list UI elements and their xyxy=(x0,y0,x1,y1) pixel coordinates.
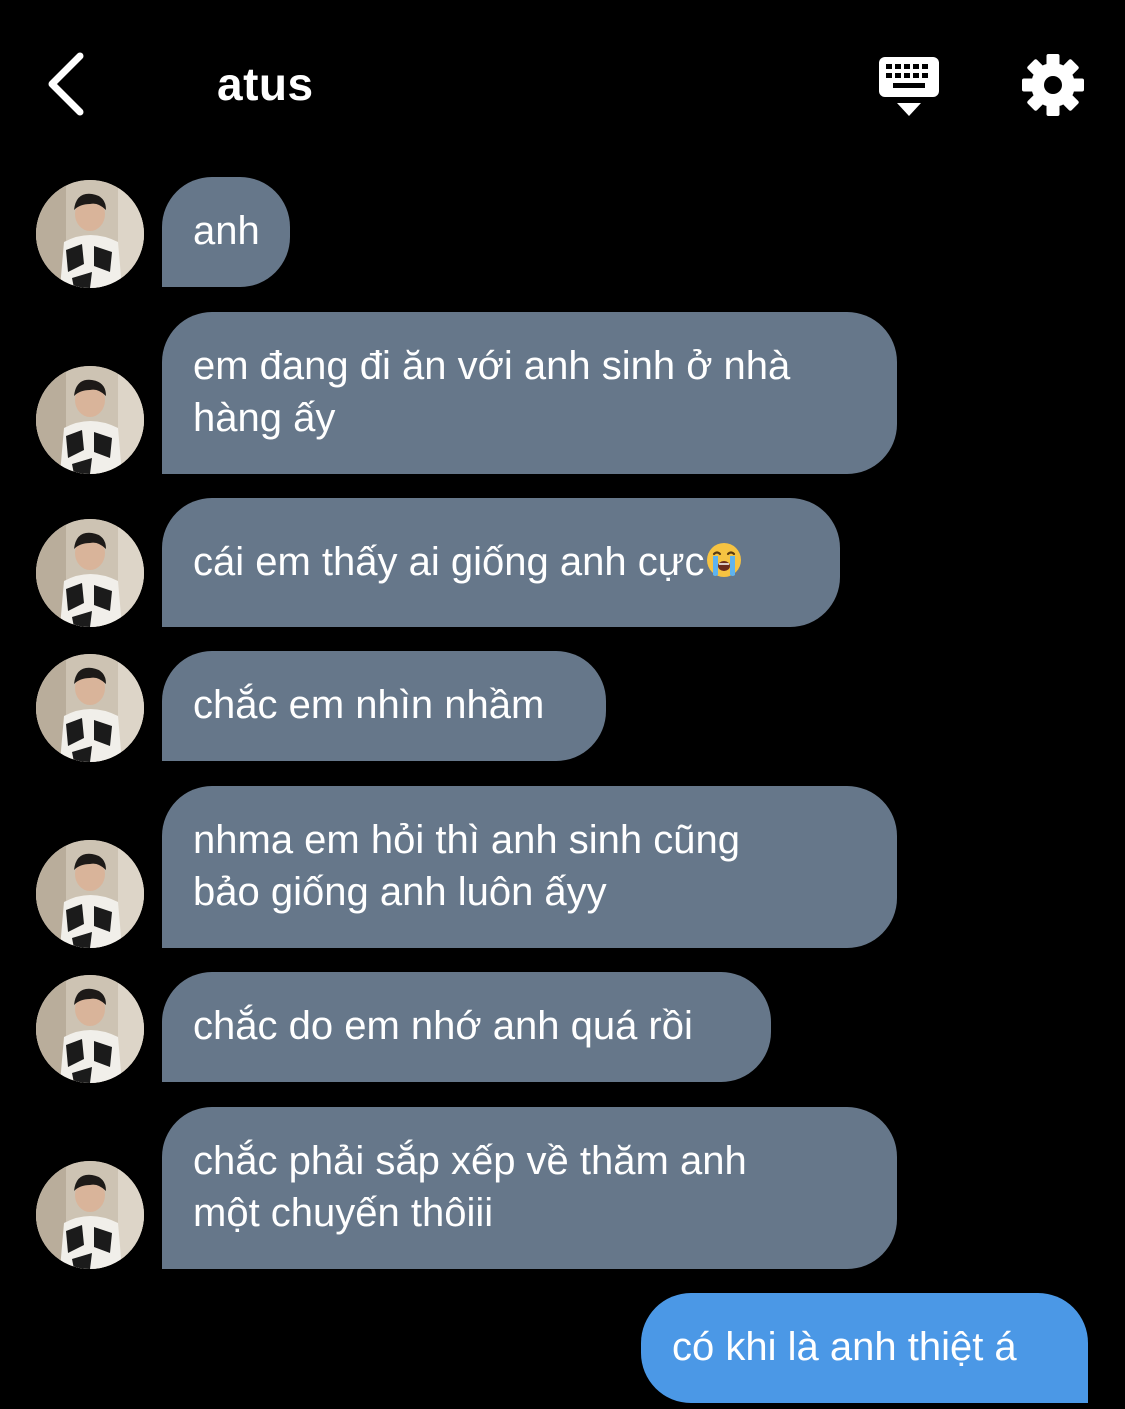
message-text: nhma em hỏi thì anh sinh cũng bảo giống … xyxy=(193,818,741,914)
message-text: chắc phải sắp xếp về thăm anh một chuyến… xyxy=(193,1139,747,1235)
message-text: cái em thấy ai giống anh cực xyxy=(193,540,705,584)
settings-button[interactable] xyxy=(1020,52,1086,118)
message-bubble-sent[interactable]: có khi là anh thiệt á xyxy=(641,1293,1088,1403)
loudly-crying-face-icon xyxy=(706,543,741,577)
avatar[interactable] xyxy=(36,840,144,948)
gear-icon xyxy=(1022,54,1084,116)
chevron-left-icon xyxy=(48,52,84,116)
keyboard-icon xyxy=(879,57,939,116)
message-text: chắc em nhìn nhầm xyxy=(193,683,545,727)
message-bubble-received[interactable]: chắc do em nhớ anh quá rồi xyxy=(162,972,771,1082)
conversation-title[interactable]: atus xyxy=(217,56,314,112)
message-bubble-received[interactable]: em đang đi ăn với anh sinh ở nhà hàng ấy xyxy=(162,312,897,474)
message-text: anh xyxy=(193,209,260,253)
message-bubble-received[interactable]: chắc em nhìn nhầm xyxy=(162,651,606,761)
avatar[interactable] xyxy=(36,366,144,474)
back-button[interactable] xyxy=(40,48,100,120)
chat-header: atus xyxy=(0,0,1125,170)
avatar[interactable] xyxy=(36,519,144,627)
avatar[interactable] xyxy=(36,180,144,288)
message-bubble-received[interactable]: cái em thấy ai giống anh cực xyxy=(162,498,840,627)
message-text: em đang đi ăn với anh sinh ở nhà hàng ấy xyxy=(193,344,791,440)
keyboard-button[interactable] xyxy=(875,55,943,119)
avatar[interactable] xyxy=(36,1161,144,1269)
message-text: chắc do em nhớ anh quá rồi xyxy=(193,1004,693,1048)
message-bubble-received[interactable]: chắc phải sắp xếp về thăm anh một chuyến… xyxy=(162,1107,897,1269)
avatar[interactable] xyxy=(36,654,144,762)
message-bubble-received[interactable]: anh xyxy=(162,177,290,287)
message-bubble-received[interactable]: nhma em hỏi thì anh sinh cũng bảo giống … xyxy=(162,786,897,948)
avatar[interactable] xyxy=(36,975,144,1083)
message-text: có khi là anh thiệt á xyxy=(672,1325,1017,1369)
